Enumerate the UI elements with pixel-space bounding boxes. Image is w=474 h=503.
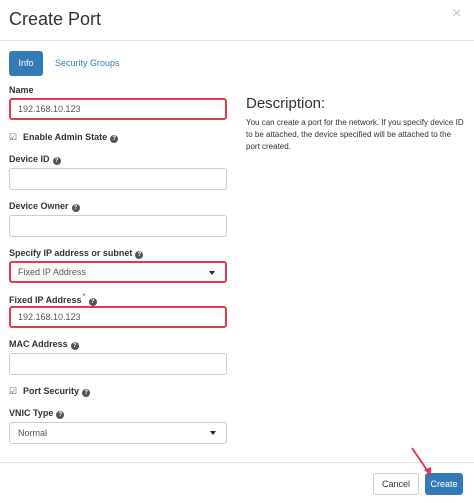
device-id-label: Device ID [9,154,50,164]
admin-state-label: Enable Admin State [23,132,108,142]
ip-spec-label-row: Specify IP address or subnet? [9,248,144,259]
device-owner-input[interactable] [9,215,227,237]
device-id-label-row: Device ID? [9,154,61,165]
ip-spec-select[interactable]: Fixed IP Address [9,261,227,283]
modal-title: Create Port [9,9,102,29]
name-label: Name [9,85,34,95]
ip-spec-label: Specify IP address or subnet [9,248,133,258]
admin-state-row[interactable]: ☑ Enable Admin State? [9,132,119,143]
fixed-ip-input[interactable]: 192.168.10.123 [9,306,227,328]
header-divider [0,40,474,41]
fixed-ip-label-row: Fixed IP Address*? [9,292,97,306]
help-icon: ? [135,251,144,259]
device-owner-label-row: Device Owner? [9,201,80,212]
tab-security-groups[interactable]: Security Groups [55,51,120,76]
close-icon[interactable]: × [452,6,461,22]
vnic-label: VNIC Type [9,408,54,418]
help-icon: ? [70,342,79,350]
device-id-input[interactable] [9,168,227,190]
mac-label-row: MAC Address? [9,339,79,350]
description-text: You can create a port for the network. I… [246,118,464,151]
tab-info[interactable]: Info [9,51,43,76]
vnic-selected: Normal [18,428,48,438]
port-security-label: Port Security [23,386,80,396]
port-security-row[interactable]: ☑ Port Security? [9,386,91,397]
fixed-ip-label: Fixed IP Address [9,295,82,305]
ip-spec-selected: Fixed IP Address [18,267,86,277]
check-square-icon[interactable]: ☑ [9,133,17,142]
vnic-label-row: VNIC Type? [9,408,65,419]
help-icon: ? [110,135,119,143]
check-square-icon[interactable]: ☑ [9,387,17,396]
required-mark: * [82,292,86,301]
help-icon: ? [56,411,65,419]
vnic-select[interactable]: Normal [9,422,227,444]
caret-down-icon [210,431,216,435]
help-icon: ? [82,389,91,397]
name-input[interactable]: 192.168.10.123 [9,98,227,120]
description-title: Description: [246,95,326,112]
mac-input[interactable] [9,353,227,375]
help-icon: ? [52,157,61,165]
annotation-arrow-icon [411,447,431,476]
help-icon: ? [88,298,97,306]
device-owner-label: Device Owner [9,201,69,211]
mac-label: MAC Address [9,339,68,349]
caret-down-icon [209,271,215,275]
help-icon: ? [71,204,80,212]
